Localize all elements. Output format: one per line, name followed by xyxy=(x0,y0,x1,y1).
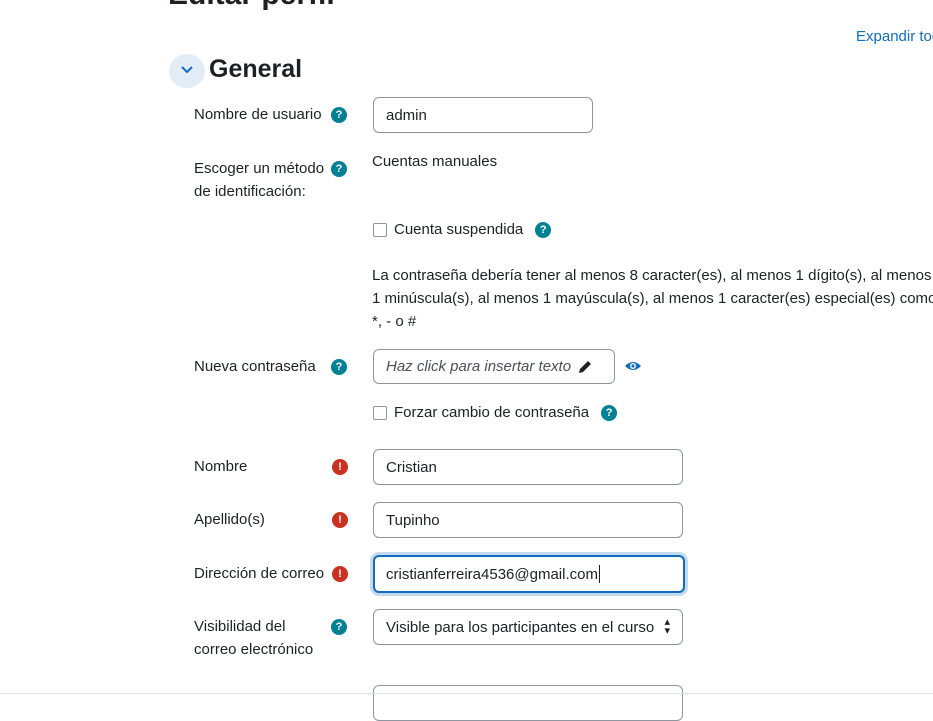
lastname-label: Apellido(s) xyxy=(194,511,265,528)
auth-method-value: Cuentas manuales xyxy=(372,153,498,170)
new-password-label: Nueva contraseña xyxy=(194,358,316,375)
chevron-down-icon xyxy=(180,62,194,80)
force-change-checkbox[interactable] xyxy=(373,405,387,420)
force-change-label: Forzar cambio de contraseña xyxy=(394,404,590,421)
email-label: Dirección de correo xyxy=(194,565,325,582)
sort-arrows-icon: ▴ ▾ xyxy=(664,616,670,637)
section-title: General xyxy=(209,55,303,83)
email-visibility-value: Visible para los participantes en el cur… xyxy=(386,618,655,636)
eye-icon[interactable] xyxy=(624,358,642,379)
password-policy-text: La contraseña debería tener al menos 8 c… xyxy=(372,267,933,330)
question-circle-icon[interactable]: ? xyxy=(535,221,552,238)
firstname-value: Cristian xyxy=(386,458,437,476)
question-circle-icon[interactable]: ? xyxy=(331,619,347,635)
exclamation-circle-icon: ! xyxy=(332,459,348,475)
new-password-input[interactable]: Haz click para insertar texto xyxy=(373,349,615,384)
exclamation-circle-icon: ! xyxy=(332,512,348,528)
suspended-checkbox[interactable] xyxy=(373,222,387,237)
username-label: Nombre de usuario xyxy=(194,106,322,123)
force-change-row: Forzar cambio de contraseña ? xyxy=(373,404,618,421)
exclamation-circle-icon: ! xyxy=(332,566,348,582)
question-circle-icon[interactable]: ? xyxy=(331,161,347,177)
page-title: Editar perfil xyxy=(168,0,335,12)
lastname-value: Tupinho xyxy=(386,511,440,529)
text-caret xyxy=(598,565,600,583)
username-value: admin xyxy=(386,106,427,124)
auth-method-label: Escoger un método de identificación: xyxy=(194,160,325,200)
question-circle-icon[interactable]: ? xyxy=(331,107,347,123)
lastname-input[interactable]: Tupinho xyxy=(373,502,683,538)
email-input[interactable]: cristianferreira4536@gmail.com xyxy=(373,555,685,593)
pencil-icon xyxy=(577,359,593,375)
suspended-row: Cuenta suspendida ? xyxy=(373,221,552,238)
email-visibility-select[interactable]: Visible para los participantes en el cur… xyxy=(373,609,683,645)
question-circle-icon[interactable]: ? xyxy=(331,359,347,375)
suspended-label: Cuenta suspendida xyxy=(394,221,524,238)
username-input[interactable]: admin xyxy=(373,97,593,133)
question-circle-icon[interactable]: ? xyxy=(601,404,618,421)
new-password-placeholder: Haz click para insertar texto xyxy=(386,358,572,375)
email-value: cristianferreira4536@gmail.com xyxy=(386,565,598,583)
email-visibility-label: Visibilidad del correo electrónico xyxy=(194,618,314,658)
next-field-input[interactable] xyxy=(373,685,683,721)
section-collapse-toggle[interactable] xyxy=(169,54,205,88)
expand-all-link[interactable]: Expandir todo xyxy=(856,28,933,45)
firstname-input[interactable]: Cristian xyxy=(373,449,683,485)
footer-divider xyxy=(0,693,933,694)
firstname-label: Nombre xyxy=(194,458,248,475)
